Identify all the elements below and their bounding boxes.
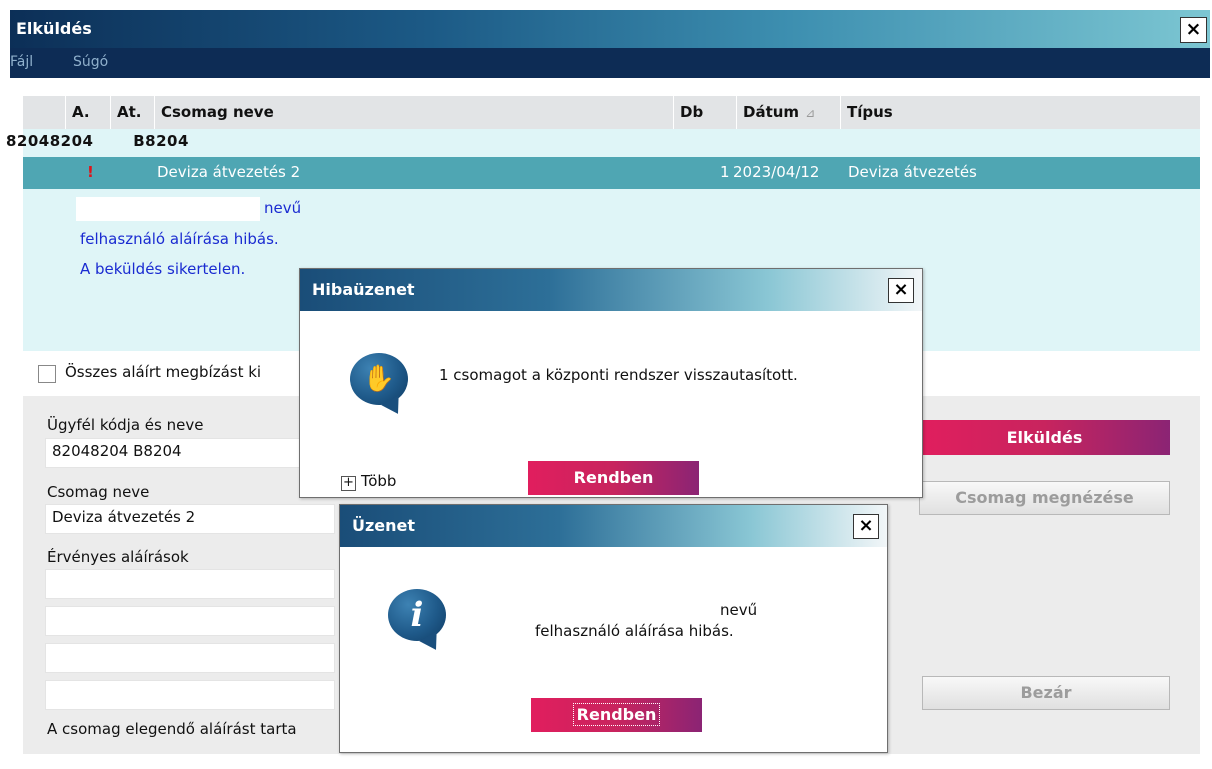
hand-stop-icon: ✋ (350, 353, 414, 419)
column-header-date-label: Dátum (743, 103, 800, 121)
signature-status-text: A csomag elegendő aláírást tarta (47, 720, 297, 738)
column-header-type[interactable]: Típus (840, 96, 1200, 129)
signatures-label: Érvényes aláírások (47, 548, 189, 566)
signature-slot-3[interactable] (45, 643, 335, 673)
error-dialog-ok-button[interactable]: Rendben (528, 461, 699, 495)
message-dialog-titlebar: Üzenet × (340, 505, 887, 547)
window-title: Elküldés (16, 19, 92, 38)
error-dialog: Hibaüzenet × ✋ 1 csomagot a központi ren… (299, 268, 923, 498)
client-label: Ügyfél kódja és neve (47, 416, 204, 434)
column-header-package-name[interactable]: Csomag neve (154, 96, 673, 129)
more-label: Több (361, 472, 397, 490)
column-header-date[interactable]: Dátum ⊿ (736, 96, 840, 129)
error-dialog-title: Hibaüzenet (312, 280, 415, 299)
error-line-3: A beküldés sikertelen. (80, 260, 246, 278)
menu-help[interactable]: Súgó (73, 54, 108, 70)
message-dialog-title: Üzenet (352, 516, 416, 535)
redacted-username-2 (526, 593, 716, 615)
redacted-username (76, 197, 260, 221)
more-toggle[interactable]: + Több (341, 472, 396, 491)
sign-all-checkbox[interactable] (38, 365, 56, 383)
group-name: B8204 (133, 132, 189, 150)
info-icon: i (388, 589, 452, 655)
package-name-label: Csomag neve (47, 483, 150, 501)
message-line-2: felhasználó aláírása hibás. (535, 622, 734, 640)
grid-header: A. At. Csomag neve Db Dátum ⊿ Típus (23, 96, 1200, 129)
error-dialog-message: 1 csomagot a központi rendszer visszauta… (439, 366, 798, 384)
window-titlebar: Elküldés × (10, 10, 1210, 48)
menu-file[interactable]: Fájl (10, 54, 33, 70)
package-name-field[interactable]: Deviza átvezetés 2 (45, 504, 335, 534)
row-package-name: Deviza átvezetés 2 (157, 163, 301, 181)
column-header-at[interactable]: At. (110, 96, 154, 129)
sign-all-checkbox-label: Összes aláírt megbízást ki (65, 363, 262, 381)
message-dialog-close-button[interactable]: × (853, 514, 879, 539)
error-dialog-titlebar: Hibaüzenet × (300, 269, 922, 311)
close-button[interactable]: Bezár (922, 676, 1170, 710)
row-date: 2023/04/12 (733, 163, 820, 181)
error-line-2: felhasználó aláírása hibás. (80, 230, 279, 248)
view-package-button[interactable]: Csomag megnézése (919, 481, 1170, 515)
group-code: 82048204 (6, 132, 94, 150)
table-row-selected[interactable]: ! Deviza átvezetés 2 1 2023/04/12 Deviza… (23, 157, 1200, 189)
error-line-1: nevű (264, 199, 302, 217)
error-dialog-close-button[interactable]: × (888, 278, 914, 303)
column-header-a[interactable]: A. (65, 96, 110, 129)
group-row[interactable]: 82048204 B8204 (6, 132, 189, 156)
signature-slot-1[interactable] (45, 569, 335, 599)
menu-bar: Fájl Súgó (10, 48, 1210, 78)
row-db: 1 (720, 163, 730, 181)
send-button[interactable]: Elküldés (919, 420, 1170, 455)
message-dialog-ok-label: Rendben (572, 703, 661, 726)
error-status-icon: ! (87, 163, 94, 181)
message-dialog-ok-button[interactable]: Rendben (531, 698, 702, 732)
message-line-1: nevű (720, 601, 758, 619)
row-type: Deviza átvezetés (848, 163, 977, 181)
column-header-db[interactable]: Db (673, 96, 736, 129)
message-dialog: Üzenet × i nevű felhasználó aláírása hib… (339, 504, 888, 753)
client-field[interactable]: 82048204 B8204 (45, 438, 335, 468)
window-close-button[interactable]: × (1180, 17, 1207, 43)
column-header-blank (23, 96, 65, 129)
signature-slot-2[interactable] (45, 606, 335, 636)
signature-slot-4[interactable] (45, 680, 335, 710)
sort-ascending-icon: ⊿ (805, 106, 816, 120)
expand-plus-icon: + (341, 476, 356, 491)
